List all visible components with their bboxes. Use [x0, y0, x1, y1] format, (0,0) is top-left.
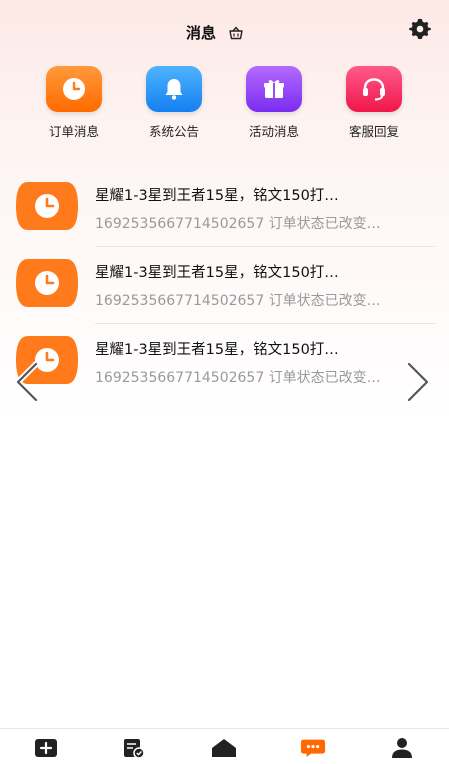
profile-icon — [392, 738, 412, 758]
list-item[interactable]: 星耀1-3星到王者15星，铭文150打… 1692535667714502657… — [0, 170, 449, 247]
chevron-left-icon[interactable] — [12, 360, 42, 404]
category-row: 订单消息 系统公告 活动消息 客服回复 — [0, 66, 449, 146]
category-label: 系统公告 — [148, 124, 199, 139]
clock-icon — [46, 66, 102, 112]
tab-bar — [0, 728, 449, 764]
add-icon — [35, 739, 57, 757]
chevron-right-icon[interactable] — [403, 360, 433, 404]
category-customer-service[interactable]: 客服回复 — [334, 66, 414, 140]
list-item[interactable]: 星耀1-3星到王者15星，铭文150打… 1692535667714502657… — [0, 324, 449, 401]
gear-icon[interactable] — [409, 18, 431, 40]
bell-icon — [146, 66, 202, 112]
page-title: 消息 — [186, 24, 217, 42]
message-title: 星耀1-3星到王者15星，铭文150打… — [95, 188, 339, 204]
category-system-notice[interactable]: 系统公告 — [134, 66, 214, 140]
messages-screen: 消息 订单消息 系统公告 活动消息 客服回复 星耀1-3星到王者15星，铭文15… — [0, 0, 449, 764]
headset-icon — [346, 66, 402, 112]
tab-messages[interactable] — [300, 737, 326, 759]
message-subtitle: 1692535667714502657 订单状态已改变… — [95, 293, 381, 309]
title-wrap: 消息 — [186, 22, 244, 43]
category-label: 订单消息 — [48, 124, 99, 139]
message-subtitle: 1692535667714502657 订单状态已改变… — [95, 370, 381, 386]
category-label: 活动消息 — [248, 124, 299, 139]
category-activity-messages[interactable]: 活动消息 — [234, 66, 314, 140]
clock-icon — [16, 259, 78, 307]
clock-icon — [16, 182, 78, 230]
category-label: 客服回复 — [348, 124, 399, 139]
home-icon — [212, 739, 236, 757]
orders-icon — [124, 739, 145, 759]
gift-icon — [246, 66, 302, 112]
tab-profile[interactable] — [389, 737, 415, 759]
tab-orders[interactable] — [121, 737, 147, 759]
list-item[interactable]: 星耀1-3星到王者15星，铭文150打… 1692535667714502657… — [0, 247, 449, 324]
messages-icon — [300, 739, 326, 757]
message-subtitle: 1692535667714502657 订单状态已改变… — [95, 216, 381, 232]
message-title: 星耀1-3星到王者15星，铭文150打… — [95, 342, 339, 358]
message-title: 星耀1-3星到王者15星，铭文150打… — [95, 265, 339, 281]
message-list: 星耀1-3星到王者15星，铭文150打… 1692535667714502657… — [0, 170, 449, 401]
tab-add[interactable] — [33, 737, 59, 759]
basket-icon[interactable] — [228, 26, 244, 40]
header: 消息 — [0, 0, 449, 66]
tab-home[interactable] — [211, 737, 237, 759]
category-order-messages[interactable]: 订单消息 — [34, 66, 114, 140]
